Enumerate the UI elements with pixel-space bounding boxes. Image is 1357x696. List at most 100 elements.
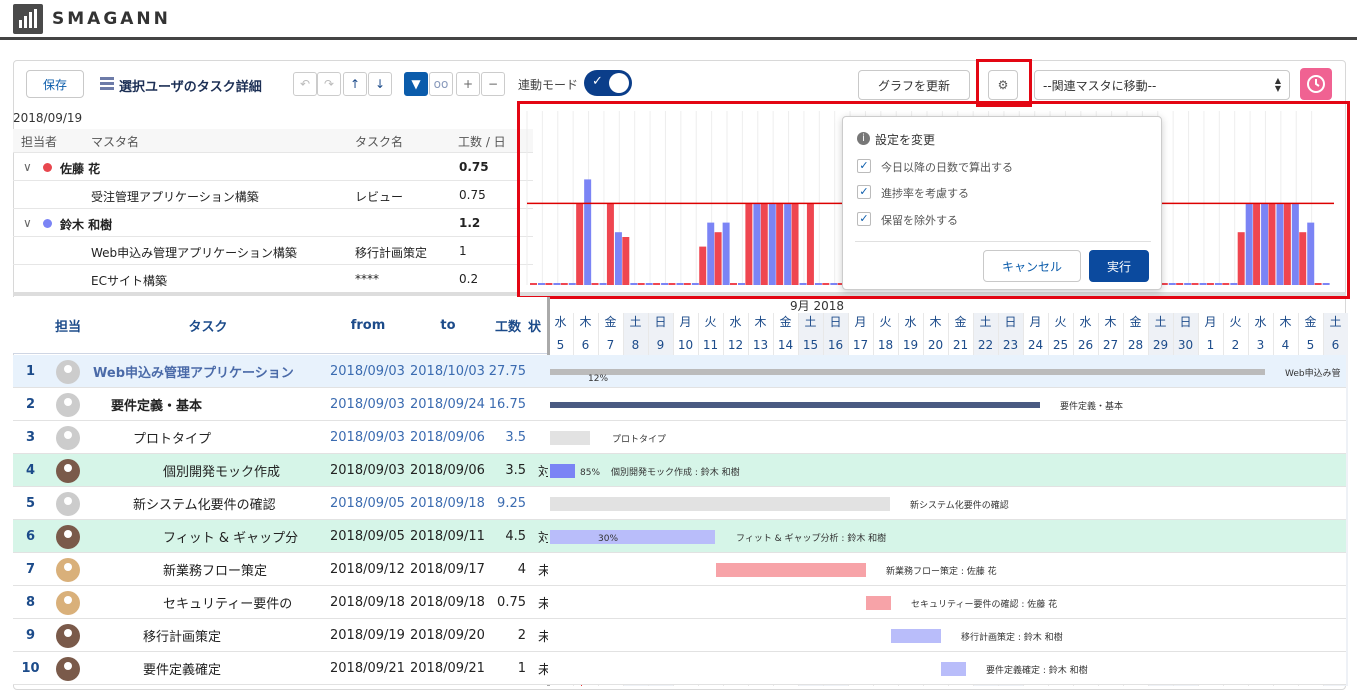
effort-value[interactable]: 2 <box>488 619 526 652</box>
app-header: SMAGANN <box>0 0 1357 40</box>
gantt-bar[interactable] <box>716 562 866 577</box>
task-name[interactable]: 新システム化要件の確認 <box>133 487 333 520</box>
status-value[interactable]: 対 <box>538 520 548 553</box>
minus-icon[interactable]: − <box>481 72 505 96</box>
status-value[interactable] <box>538 355 548 388</box>
chevron-down-icon[interactable]: ∨ <box>23 160 32 174</box>
from-date[interactable]: 2018/09/03 <box>330 421 408 454</box>
effort-value[interactable]: 3.5 <box>488 454 526 487</box>
status-value[interactable]: 未 <box>538 553 548 586</box>
task-name[interactable]: セキュリティー要件の <box>163 586 333 619</box>
avatar <box>48 619 88 652</box>
assignee-name: 佐藤 花 <box>60 162 101 176</box>
to-date[interactable]: 2018/09/11 <box>410 520 488 553</box>
to-date[interactable]: 2018/09/18 <box>410 487 488 520</box>
task-name[interactable]: 新業務フロー策定 <box>163 553 333 586</box>
task-name[interactable]: Web申込み管理アプリケーション <box>93 355 333 388</box>
gantt-bar[interactable] <box>891 628 941 643</box>
gantt-bar[interactable] <box>550 430 590 445</box>
status-value[interactable] <box>538 388 548 421</box>
save-button[interactable]: 保存 <box>26 70 84 98</box>
refresh-graph-button[interactable]: グラフを更新 <box>858 70 970 100</box>
header-status[interactable]: 状 <box>528 297 548 354</box>
gantt-bar-label: セキュリティー要件の確認 : 佐藤 花 <box>911 600 1058 610</box>
table-row[interactable]: 8 セキュリティー要件の 2018/09/18 2018/09/18 0.75 未 <box>13 586 1346 619</box>
gantt-bar[interactable] <box>550 401 1040 408</box>
task-name[interactable]: フィット & ギャップ分 <box>163 520 333 553</box>
effort-value[interactable]: 0.75 <box>488 586 526 619</box>
status-value[interactable]: 未 <box>538 586 548 619</box>
to-date[interactable]: 2018/09/21 <box>410 652 488 685</box>
to-date[interactable]: 2018/09/06 <box>410 421 488 454</box>
status-value[interactable] <box>538 487 548 520</box>
glasses-icon[interactable]: oo <box>429 72 453 96</box>
gantt-bar[interactable] <box>941 661 966 676</box>
from-date[interactable]: 2018/09/19 <box>330 619 408 652</box>
move-up-icon[interactable]: ↑ <box>343 72 367 96</box>
effort-value[interactable]: 4 <box>488 553 526 586</box>
table-row[interactable]: 3 プロトタイプ 2018/09/03 2018/09/06 3.5 <box>13 421 1346 454</box>
to-date[interactable]: 2018/09/20 <box>410 619 488 652</box>
header-task[interactable]: タスク <box>88 297 328 354</box>
effort-value[interactable]: 1 <box>488 652 526 685</box>
header-from[interactable]: from <box>328 297 408 354</box>
from-date[interactable]: 2018/09/12 <box>330 553 408 586</box>
gantt-bar[interactable] <box>866 595 891 610</box>
to-date[interactable]: 2018/09/06 <box>410 454 488 487</box>
to-date[interactable]: 2018/09/18 <box>410 586 488 619</box>
row-number: 10 <box>21 661 40 676</box>
date-label: 26 <box>1077 338 1094 352</box>
gantt-bar[interactable] <box>550 368 1265 375</box>
header-to[interactable]: to <box>408 297 488 354</box>
task-name[interactable]: 要件定義確定 <box>143 652 333 685</box>
from-date[interactable]: 2018/09/05 <box>330 520 408 553</box>
task-name[interactable]: プロトタイプ <box>133 421 333 454</box>
table-row[interactable]: 10 要件定義確定 2018/09/21 2018/09/21 1 未 <box>13 652 1346 685</box>
undo-icon[interactable]: ↶ <box>293 72 317 96</box>
header-assignee[interactable]: 担当 <box>48 297 88 354</box>
to-date[interactable]: 2018/10/03 <box>410 355 488 388</box>
summary-group-row[interactable]: ∨ 佐藤 花 0.75 <box>13 153 533 181</box>
filter-icon[interactable]: ▼ <box>404 72 428 96</box>
task-name[interactable]: 要件定義・基本 <box>111 388 333 421</box>
redo-icon[interactable]: ↷ <box>317 72 341 96</box>
sync-mode-toggle[interactable]: ✓ <box>584 70 632 96</box>
from-date[interactable]: 2018/09/18 <box>330 586 408 619</box>
task-name[interactable]: 個別開発モック作成 <box>163 454 333 487</box>
from-date[interactable]: 2018/09/05 <box>330 487 408 520</box>
effort-value[interactable]: 9.25 <box>488 487 526 520</box>
effort-value: 0.75 <box>459 188 486 202</box>
gear-icon[interactable]: ⚙ <box>988 70 1018 100</box>
effort-value[interactable]: 3.5 <box>488 421 526 454</box>
summary-group-row[interactable]: ∨ 鈴木 和樹 1.2 <box>13 209 533 237</box>
from-date[interactable]: 2018/09/03 <box>330 355 408 388</box>
clock-icon[interactable] <box>1300 68 1332 100</box>
status-value[interactable]: 未 <box>538 652 548 685</box>
from-date[interactable]: 2018/09/03 <box>330 454 408 487</box>
to-date[interactable]: 2018/09/24 <box>410 388 488 421</box>
summary-item-row: Web申込み管理アプリケーション構築 移行計画策定 1 <box>13 237 533 265</box>
status-value[interactable] <box>538 421 548 454</box>
plus-icon[interactable]: + <box>456 72 480 96</box>
effort-value: 1 <box>459 244 467 258</box>
move-down-icon[interactable]: ↓ <box>368 72 392 96</box>
table-row[interactable]: 7 新業務フロー策定 2018/09/12 2018/09/17 4 未 <box>13 553 1346 586</box>
date-label: 27 <box>1102 338 1119 352</box>
to-date[interactable]: 2018/09/17 <box>410 553 488 586</box>
chevron-down-icon[interactable]: ∨ <box>23 216 32 230</box>
from-date[interactable]: 2018/09/21 <box>330 652 408 685</box>
status-value[interactable]: 未 <box>538 619 548 652</box>
gantt-bar[interactable] <box>550 463 575 478</box>
effort-value[interactable]: 27.75 <box>488 355 526 388</box>
header-effort[interactable]: 工数 <box>488 297 528 354</box>
gantt-bar[interactable] <box>550 496 890 511</box>
table-row[interactable]: 9 移行計画策定 2018/09/19 2018/09/20 2 未 <box>13 619 1346 652</box>
task-name[interactable]: 移行計画策定 <box>143 619 333 652</box>
effort-value[interactable]: 16.75 <box>488 388 526 421</box>
effort-value[interactable]: 4.5 <box>488 520 526 553</box>
avatar <box>48 421 88 454</box>
gantt-bar[interactable] <box>550 529 715 544</box>
from-date[interactable]: 2018/09/03 <box>330 388 408 421</box>
status-value[interactable]: 対 <box>538 454 548 487</box>
related-master-select[interactable]: --関連マスタに移動-- ▲ ▼ <box>1034 70 1290 100</box>
